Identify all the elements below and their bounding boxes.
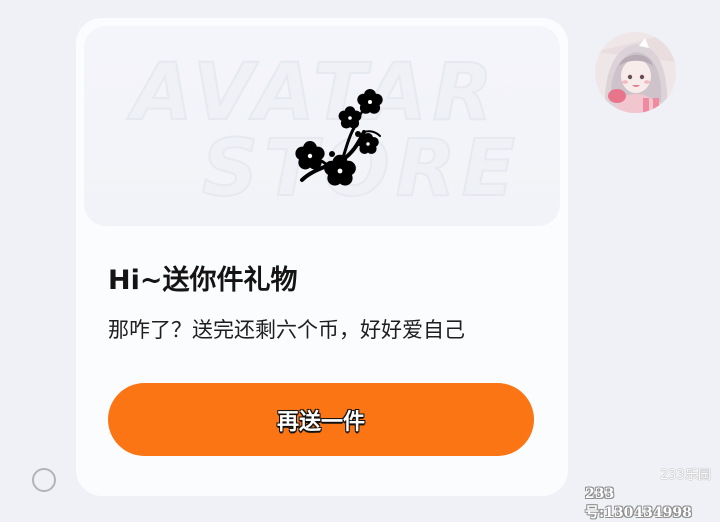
plum-blossom-branch-icon: [295, 89, 383, 186]
gift-banner: AVATAR STORE: [84, 26, 560, 226]
card-title: Hi~送你件礼物: [108, 265, 298, 296]
watermark-logo: 233乐园: [660, 468, 711, 483]
send-another-button[interactable]: 再送一件: [108, 383, 534, 456]
footer-user-id: 233号:130434998: [585, 486, 692, 521]
select-radio[interactable]: [32, 468, 56, 492]
avatar-image: [595, 32, 676, 113]
avatar[interactable]: [595, 32, 676, 113]
card-description: 那咋了？送完还剩六个币，好好爱自己: [108, 318, 465, 342]
gift-message-card: AVATAR STORE Hi~送你件礼物 那咋了？送完还剩六个币，好好爱自己 …: [76, 18, 568, 496]
